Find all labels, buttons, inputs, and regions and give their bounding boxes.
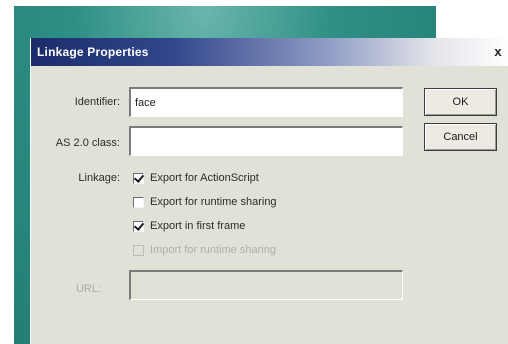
import-for-runtime-sharing-checkbox	[133, 244, 144, 256]
export-for-actionscript-option[interactable]: Export for ActionScript	[133, 171, 259, 185]
url-label: URL:	[75, 283, 101, 295]
import-for-runtime-sharing-option: Import for runtime sharing	[133, 243, 276, 257]
import-for-runtime-sharing-label: Import for runtime sharing	[150, 244, 276, 256]
dialog-title: Linkage Properties	[37, 45, 149, 59]
export-for-actionscript-checkbox[interactable]	[133, 171, 145, 184]
checkmark-icon	[133, 219, 145, 231]
linkage-label: Linkage:	[78, 172, 120, 184]
export-for-runtime-sharing-option[interactable]: Export for runtime sharing	[133, 195, 277, 209]
export-in-first-frame-option[interactable]: Export in first frame	[133, 219, 245, 233]
close-icon[interactable]: x	[491, 44, 505, 60]
export-in-first-frame-label: Export in first frame	[150, 220, 246, 232]
export-for-actionscript-label: Export for ActionScript	[150, 172, 259, 184]
url-input	[129, 270, 403, 300]
cancel-button[interactable]: Cancel	[424, 123, 497, 151]
checkmark-icon	[133, 171, 145, 183]
export-for-runtime-sharing-label: Export for runtime sharing	[150, 196, 277, 208]
export-for-runtime-sharing-checkbox[interactable]	[133, 196, 144, 208]
identifier-input[interactable]	[129, 87, 403, 117]
linkage-properties-dialog: Linkage Properties x Identifier: AS 2.0 …	[30, 38, 508, 344]
as2-class-input[interactable]	[129, 126, 403, 156]
ok-button[interactable]: OK	[424, 88, 497, 116]
identifier-label: Identifier:	[74, 96, 120, 108]
as2-class-label: AS 2.0 class:	[55, 137, 120, 149]
export-in-first-frame-checkbox[interactable]	[133, 219, 145, 232]
dialog-titlebar[interactable]: Linkage Properties	[31, 38, 508, 66]
